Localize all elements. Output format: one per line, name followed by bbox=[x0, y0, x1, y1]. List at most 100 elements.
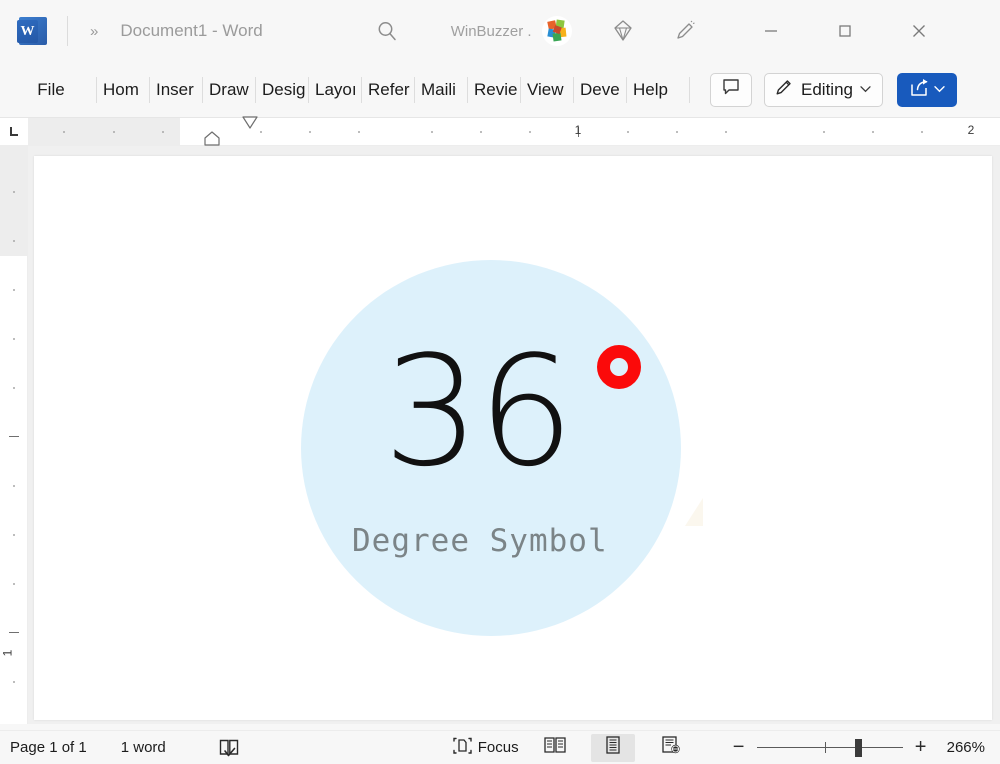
proofing-icon[interactable] bbox=[214, 734, 244, 762]
tab-developer[interactable]: Deve bbox=[574, 75, 626, 105]
status-bar: Page 1 of 1 1 word Focus − + 266% bbox=[0, 730, 1000, 764]
page-indicator[interactable]: Page 1 of 1 bbox=[10, 734, 87, 762]
ruler-tick bbox=[309, 131, 311, 133]
document-title: Document1 - Word bbox=[120, 21, 263, 40]
ruler-tick bbox=[358, 131, 360, 133]
tab-help[interactable]: Help bbox=[627, 75, 679, 105]
ruler-tick bbox=[431, 131, 433, 133]
search-icon[interactable] bbox=[373, 17, 401, 45]
tab-view[interactable]: View bbox=[521, 75, 573, 105]
ruler-tick bbox=[13, 191, 15, 193]
ruler-tick bbox=[13, 338, 15, 340]
tab-references[interactable]: Refer bbox=[362, 75, 414, 105]
ruler-tick bbox=[921, 131, 923, 133]
ruler-tick-major bbox=[9, 436, 19, 437]
ruler-tick bbox=[113, 131, 115, 133]
web-layout-icon bbox=[660, 735, 682, 760]
user-name-label[interactable]: WinBuzzer . bbox=[451, 23, 532, 40]
zoom-slider-thumb[interactable] bbox=[854, 738, 862, 757]
share-icon bbox=[909, 77, 930, 103]
focus-icon bbox=[452, 736, 472, 760]
ruler-tick bbox=[63, 131, 65, 133]
pen-icon[interactable] bbox=[672, 18, 698, 44]
tab-layout[interactable]: Layoı bbox=[309, 75, 361, 105]
ruler-tick bbox=[823, 131, 825, 133]
first-line-indent-marker[interactable] bbox=[240, 116, 260, 135]
ruler-tick bbox=[13, 485, 15, 487]
focus-mode-button[interactable]: Focus bbox=[452, 734, 519, 762]
ruler-tick bbox=[872, 131, 874, 133]
ribbon-tab-bar: File Hom Inser Draw Desiɡ Layoı Refer Ma… bbox=[0, 62, 1000, 118]
tab-design[interactable]: Desiɡ bbox=[256, 75, 308, 105]
ruler-tick bbox=[529, 131, 531, 133]
ruler-tick bbox=[13, 583, 15, 585]
zoom-control[interactable]: − + bbox=[727, 736, 933, 760]
horizontal-ruler[interactable]: 1 2 bbox=[0, 116, 1000, 146]
ruler-tick bbox=[162, 131, 164, 133]
ruler-track[interactable]: 1 2 bbox=[28, 116, 1000, 146]
editing-mode-button[interactable]: Editing bbox=[764, 72, 883, 107]
ruler-left-margin bbox=[28, 118, 180, 146]
minimize-button[interactable] bbox=[748, 14, 794, 48]
titlebar-divider bbox=[67, 16, 68, 46]
document-canvas[interactable]: 36 Degree Symbol bbox=[28, 146, 1000, 724]
focus-label: Focus bbox=[477, 739, 519, 756]
editing-label: Editing bbox=[801, 79, 853, 99]
share-button[interactable] bbox=[896, 72, 957, 107]
pencil-icon bbox=[774, 77, 794, 102]
ruler-tick bbox=[13, 240, 15, 242]
tab-stop-selector[interactable] bbox=[0, 118, 28, 146]
zoom-slider[interactable] bbox=[756, 736, 903, 760]
ruler-number-v1: 1 bbox=[0, 649, 15, 657]
tab-mailings[interactable]: Maili bbox=[415, 75, 467, 105]
ruler-tick bbox=[480, 131, 482, 133]
ruler-tick bbox=[725, 131, 727, 133]
tab-file[interactable]: File bbox=[28, 75, 74, 105]
comments-button[interactable] bbox=[710, 72, 752, 107]
avatar[interactable] bbox=[541, 16, 572, 46]
comment-icon bbox=[721, 77, 741, 102]
document-page[interactable]: 36 Degree Symbol bbox=[34, 156, 992, 720]
tab-insert[interactable]: Inser bbox=[150, 75, 202, 105]
read-mode-icon bbox=[543, 735, 567, 760]
chevron-down-icon bbox=[934, 84, 945, 96]
ruler-tick bbox=[13, 534, 15, 536]
tab-draw[interactable]: Draw bbox=[203, 75, 255, 105]
tab-home[interactable]: Hom bbox=[97, 75, 149, 105]
ruler-tick-major bbox=[9, 632, 19, 633]
degree-number: 36 bbox=[383, 323, 574, 500]
title-bar: W » Document1 - Word WinBuzzer . bbox=[0, 0, 1000, 62]
quick-access-overflow-icon[interactable]: » bbox=[90, 23, 98, 40]
ruler-number-2: 2 bbox=[967, 123, 975, 137]
ruler-tick bbox=[627, 131, 629, 133]
web-layout-button[interactable] bbox=[649, 734, 693, 762]
ruler-tick bbox=[13, 289, 15, 291]
word-icon-letter: W bbox=[17, 20, 38, 43]
word-count[interactable]: 1 word bbox=[121, 734, 166, 762]
maximize-button[interactable] bbox=[822, 14, 868, 48]
vertical-ruler[interactable]: 1 bbox=[0, 146, 28, 724]
zoom-in-button[interactable]: + bbox=[909, 736, 933, 760]
close-button[interactable] bbox=[896, 14, 942, 48]
word-app-icon[interactable]: W bbox=[15, 14, 49, 48]
ruler-number-1: 1 bbox=[574, 123, 582, 137]
read-mode-button[interactable] bbox=[533, 734, 577, 762]
zoom-level-label[interactable]: 266% bbox=[947, 739, 985, 756]
word-window: W » Document1 - Word WinBuzzer . File Ho… bbox=[0, 0, 1000, 764]
zoom-slider-track bbox=[756, 746, 903, 748]
zoom-out-button[interactable]: − bbox=[727, 736, 751, 760]
ribbon-group-divider bbox=[689, 76, 690, 103]
ruler-tick bbox=[260, 131, 262, 133]
tab-review[interactable]: Revie bbox=[468, 75, 520, 105]
print-layout-icon bbox=[603, 735, 623, 760]
chevron-down-icon bbox=[860, 84, 871, 96]
diamond-icon[interactable] bbox=[610, 18, 636, 44]
degree-symbol-icon bbox=[597, 345, 641, 389]
print-layout-button[interactable] bbox=[590, 733, 635, 762]
page-artifact bbox=[685, 498, 703, 526]
degree-caption: Degree Symbol bbox=[352, 523, 608, 559]
zoom-slider-midpoint bbox=[824, 741, 826, 753]
ruler-tick bbox=[13, 681, 15, 683]
ruler-tick bbox=[676, 131, 678, 133]
ruler-tick bbox=[13, 387, 15, 389]
